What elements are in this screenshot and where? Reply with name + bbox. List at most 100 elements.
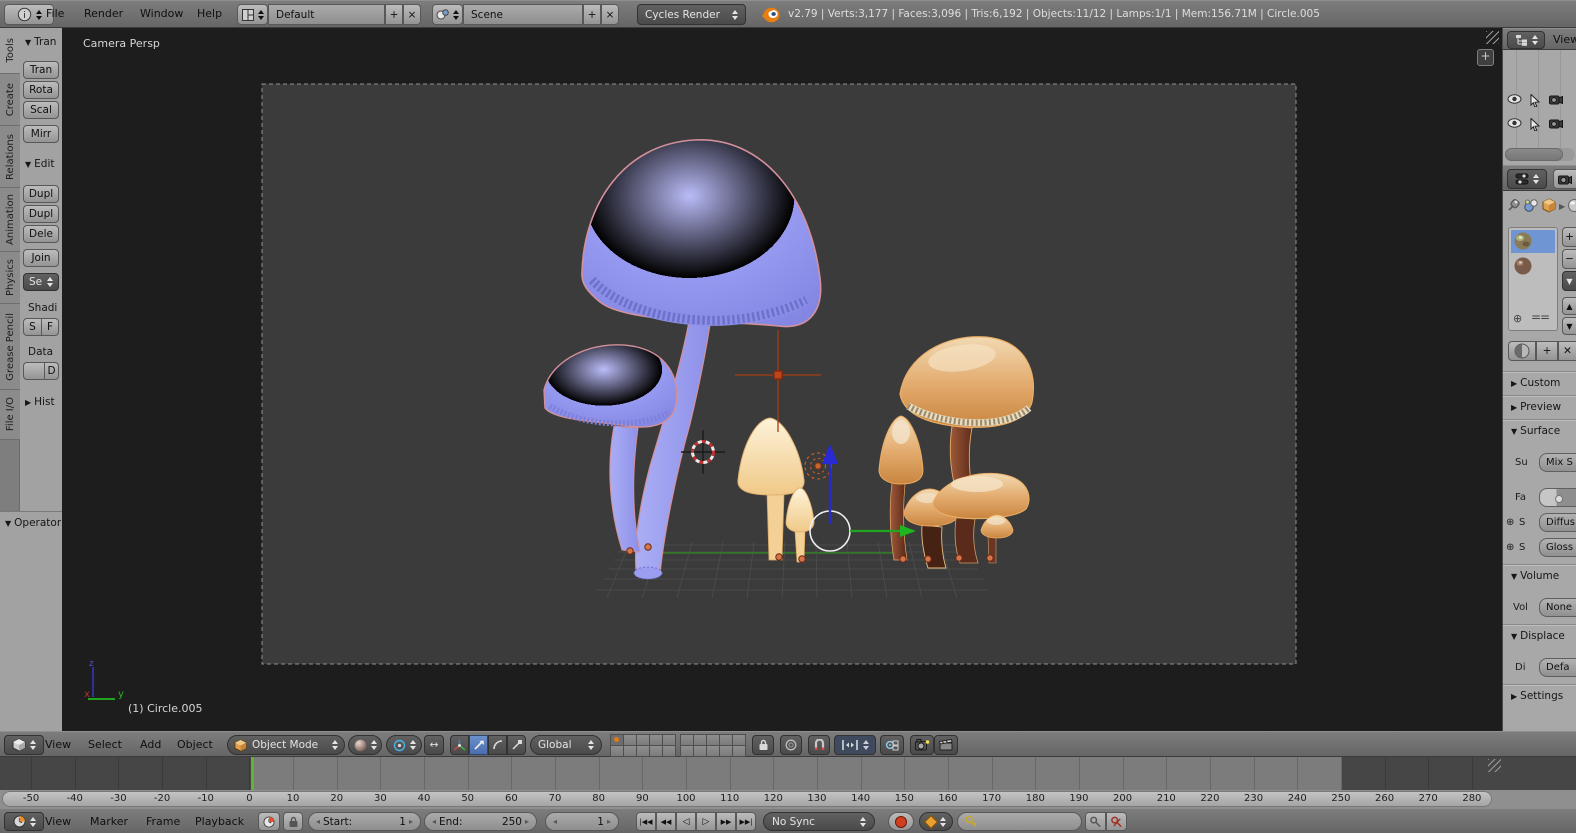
scene-name-field[interactable]: Scene: [463, 4, 583, 25]
decrement-arrow[interactable]: ◂: [553, 817, 557, 826]
lock-to-scene-toggle[interactable]: [752, 735, 774, 755]
jump-to-prev-keyframe-button[interactable]: ◀◀: [656, 812, 676, 831]
shader1-dropdown[interactable]: Diffus: [1539, 513, 1576, 532]
render-tab-button[interactable]: [1553, 169, 1576, 189]
panel-header-preview[interactable]: ▶ Preview: [1511, 401, 1576, 413]
layer-button-8[interactable]: [635, 744, 650, 757]
keying-set-dropdown[interactable]: [919, 812, 953, 831]
opengl-render-image-button[interactable]: [910, 735, 934, 755]
layer-button-9[interactable]: [648, 744, 663, 757]
outliner-view-menu[interactable]: View: [1553, 29, 1576, 51]
surface-shader-dropdown[interactable]: Mix S: [1539, 453, 1576, 472]
material-browse-button[interactable]: [1508, 341, 1536, 361]
play-button[interactable]: ▷: [696, 812, 716, 831]
restrict-view-icon-row2[interactable]: [1507, 118, 1522, 128]
auto-keyframe-record-button[interactable]: [888, 812, 914, 831]
expand-icon[interactable]: ⊕: [1506, 517, 1514, 528]
add-scene-button[interactable]: +: [583, 4, 601, 25]
proportional-edit-toggle[interactable]: [780, 735, 802, 755]
restrict-render-icon-row1[interactable]: [1549, 94, 1563, 105]
panel-header-volume[interactable]: ▼ Volume: [1511, 570, 1576, 582]
mode-dropdown[interactable]: Object Mode: [227, 735, 345, 755]
manipulate-center-points-toggle[interactable]: ↔: [424, 735, 444, 755]
sync-mode-dropdown[interactable]: No Sync: [763, 812, 875, 831]
scale-button[interactable]: Scal: [23, 101, 59, 119]
tool-shelf-tab-grease-pencil[interactable]: Grease Pencil: [0, 304, 20, 390]
screen-layout-icon-button[interactable]: [237, 4, 268, 25]
material-context-icon[interactable]: [1567, 198, 1576, 213]
jump-to-end-button[interactable]: ▶▶|: [736, 812, 756, 831]
layer-button-10[interactable]: [661, 744, 676, 757]
material-slot-remove-button[interactable]: −: [1562, 249, 1576, 269]
material-slot-move-up-button[interactable]: ▲: [1562, 297, 1576, 315]
material-slot-selected[interactable]: [1511, 230, 1555, 253]
view3d-editor-type-button[interactable]: [4, 735, 44, 755]
manipulator-axes-toggle[interactable]: [450, 735, 469, 755]
outliner-editor-type-button[interactable]: [1507, 31, 1545, 49]
layer-buttons-group-2[interactable]: [679, 733, 746, 757]
decrement-arrow[interactable]: ◂: [316, 817, 320, 826]
active-keying-set-field[interactable]: [957, 812, 1082, 831]
play-reverse-button[interactable]: ◁: [676, 812, 696, 831]
timeline-menu-view[interactable]: View: [45, 809, 71, 833]
manipulator-scale-toggle[interactable]: [507, 735, 526, 755]
material-slot[interactable]: [1511, 255, 1555, 278]
join-button[interactable]: Join: [23, 249, 59, 267]
viewport-3d[interactable]: z x y Camera Persp (1) Circle.005 +: [62, 28, 1502, 731]
data-transfer-button[interactable]: [23, 362, 45, 380]
render-engine-select[interactable]: Cycles Render: [637, 4, 746, 25]
outliner-scrollbar[interactable]: [1505, 148, 1575, 161]
start-frame-field[interactable]: ◂ Start: 1 ▸: [308, 812, 421, 831]
snap-toggle[interactable]: [808, 735, 830, 755]
manipulator-rotate-toggle[interactable]: [488, 735, 507, 755]
menu-file[interactable]: File: [46, 1, 64, 26]
panel-header-surface[interactable]: ▼ Surface: [1511, 425, 1576, 437]
panel-header-operator[interactable]: ▼ Operator: [5, 517, 61, 529]
layer-button-16[interactable]: [679, 744, 694, 757]
pin-icon[interactable]: [1506, 198, 1521, 213]
delete-screen-layout-button[interactable]: ×: [403, 4, 421, 25]
shade-flat-button[interactable]: F: [42, 318, 59, 336]
layer-button-6[interactable]: [609, 744, 624, 757]
material-new-button[interactable]: +: [1536, 341, 1558, 361]
menu-help[interactable]: Help: [197, 1, 222, 26]
volume-shader-dropdown[interactable]: None: [1539, 598, 1576, 617]
delete-scene-button[interactable]: ×: [601, 4, 619, 25]
menu-object[interactable]: Object: [177, 732, 213, 757]
tool-shelf-tab-relations[interactable]: Relations: [0, 126, 20, 188]
material-slot-move-down-button[interactable]: ▼: [1562, 317, 1576, 335]
tool-shelf-tab-physics[interactable]: Physics: [0, 252, 20, 304]
increment-arrow[interactable]: ▸: [525, 817, 529, 826]
tool-shelf-tab-create[interactable]: Create: [0, 74, 20, 126]
slot-filter-icon[interactable]: ==: [1531, 310, 1550, 324]
duplicate-linked-button[interactable]: Dupl: [23, 205, 59, 223]
manipulator-translate-toggle[interactable]: [469, 735, 488, 755]
tool-shelf-tab-animation[interactable]: Animation: [0, 188, 20, 252]
restrict-view-icon-row1[interactable]: [1507, 94, 1522, 104]
timeline-ruler[interactable]: -50 -40 -30 -20 -10 0 10 20 30 40 50 60 70 80 90 100 110…: [0, 790, 1576, 808]
data-layout-button[interactable]: D: [45, 362, 59, 380]
timeline-menu-marker[interactable]: Marker: [90, 809, 128, 833]
fac-slider[interactable]: [1539, 488, 1576, 507]
rotate-button[interactable]: Rota: [23, 81, 59, 99]
layer-button-20[interactable]: [731, 744, 746, 757]
properties-shelf-expand-button[interactable]: +: [1477, 49, 1494, 66]
end-frame-field[interactable]: ◂ End: 250 ▸: [424, 812, 537, 831]
menu-render[interactable]: Render: [84, 1, 123, 26]
restrict-render-icon-row2[interactable]: [1549, 118, 1563, 129]
delete-keyframe-button[interactable]: [1106, 812, 1127, 831]
layer-button-17[interactable]: [692, 744, 707, 757]
material-unlink-button[interactable]: ✕: [1558, 341, 1576, 361]
layer-button-18[interactable]: [705, 744, 720, 757]
tool-shelf-tab-tools[interactable]: Tools: [0, 28, 20, 74]
shade-smooth-button[interactable]: S: [23, 318, 42, 336]
panel-header-edit[interactable]: ▼ Edit: [25, 158, 61, 170]
timeline-scrollbar[interactable]: [2, 791, 1492, 807]
layer-buttons-group-1[interactable]: [609, 733, 676, 757]
panel-header-custom-properties[interactable]: ▶ Custom: [1511, 377, 1576, 389]
expand-icon[interactable]: ⊕: [1506, 542, 1514, 553]
viewport-shading-dropdown[interactable]: [348, 735, 382, 755]
duplicate-button[interactable]: Dupl: [23, 185, 59, 203]
timeline-menu-frame[interactable]: Frame: [146, 809, 180, 833]
timeline-resize-grip[interactable]: [1488, 759, 1501, 772]
